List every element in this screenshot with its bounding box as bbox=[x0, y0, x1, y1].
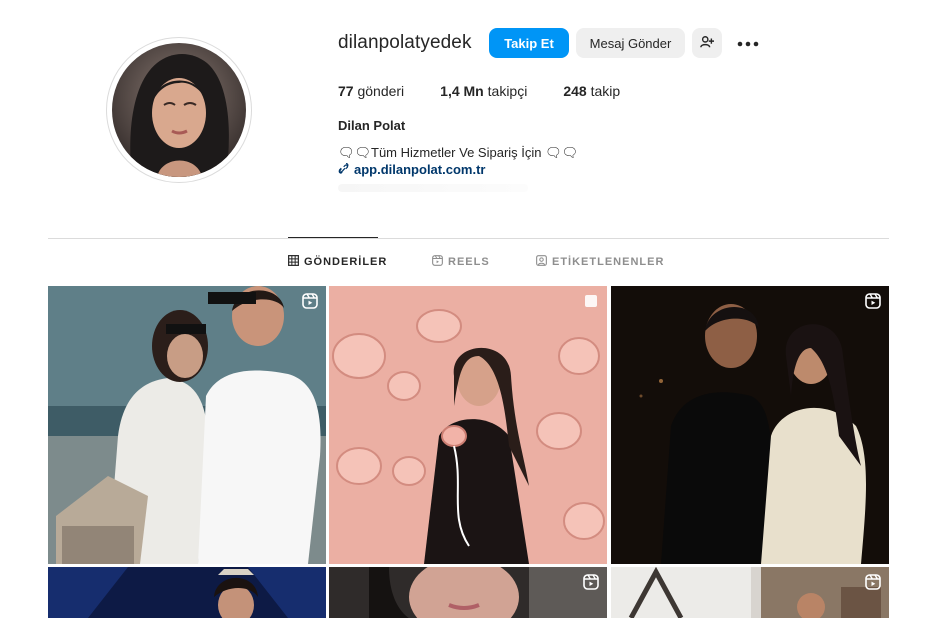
reel-icon bbox=[865, 293, 881, 309]
profile-header: dilanpolatyedek Takip Et Mesaj Gönder 77… bbox=[0, 0, 935, 238]
post-thumbnail bbox=[48, 567, 326, 618]
tab-tagged[interactable]: ETİKETLENENLER bbox=[536, 255, 664, 269]
multi-post-icon bbox=[584, 294, 598, 308]
following-count[interactable]: 248 takip bbox=[563, 83, 620, 99]
profile-link-text: app.dilanpolat.com.tr bbox=[354, 162, 486, 177]
grid-icon bbox=[288, 255, 299, 269]
link-icon bbox=[338, 162, 349, 177]
follow-button[interactable]: Takip Et bbox=[489, 28, 569, 58]
bio-text: 🗨🗨Tüm Hizmetler Ve Sipariş İçin 🗨🗨 bbox=[338, 145, 579, 160]
more-horizontal-icon bbox=[737, 34, 759, 52]
posts-value: 77 bbox=[338, 83, 354, 99]
post-thumbnail bbox=[48, 286, 326, 564]
message-button[interactable]: Mesaj Gönder bbox=[576, 28, 685, 58]
post-item[interactable] bbox=[48, 286, 326, 564]
tab-reels[interactable]: REELS bbox=[432, 255, 490, 269]
reels-icon bbox=[432, 255, 443, 269]
following-label: takip bbox=[590, 83, 621, 99]
more-options-button[interactable] bbox=[736, 32, 760, 54]
reel-icon bbox=[302, 293, 318, 309]
post-item[interactable] bbox=[329, 286, 607, 564]
following-value: 248 bbox=[563, 83, 587, 99]
profile-tabs: GÖNDERİLER REELS ETİKETLENENLER bbox=[0, 255, 935, 271]
full-name: Dilan Polat bbox=[338, 118, 406, 133]
post-thumbnail bbox=[611, 567, 889, 618]
reel-icon bbox=[583, 574, 599, 590]
followers-label: takipçi bbox=[487, 83, 528, 99]
reel-icon bbox=[865, 574, 881, 590]
post-thumbnail bbox=[611, 286, 889, 564]
tabs-divider bbox=[48, 238, 889, 239]
profile-stats: 77 gönderi 1,4 Mn takipçi 248 takip bbox=[338, 83, 656, 99]
posts-label: gönderi bbox=[357, 83, 405, 99]
avatar-image bbox=[112, 43, 246, 177]
tab-posts[interactable]: GÖNDERİLER bbox=[288, 255, 387, 269]
profile-avatar[interactable] bbox=[106, 37, 252, 183]
faded-text-placeholder bbox=[338, 184, 528, 192]
tab-reels-label: REELS bbox=[448, 256, 490, 268]
post-item[interactable] bbox=[611, 286, 889, 564]
posts-count: 77 gönderi bbox=[338, 83, 404, 99]
post-thumbnail bbox=[329, 567, 607, 618]
post-item[interactable] bbox=[48, 567, 326, 618]
post-item[interactable] bbox=[611, 567, 889, 618]
post-thumbnail bbox=[329, 286, 607, 564]
profile-link[interactable]: app.dilanpolat.com.tr bbox=[338, 162, 485, 177]
suggest-button[interactable] bbox=[692, 28, 722, 58]
post-item[interactable] bbox=[329, 567, 607, 618]
person-add-icon bbox=[700, 35, 714, 52]
username: dilanpolatyedek bbox=[338, 32, 472, 53]
tab-tagged-label: ETİKETLENENLER bbox=[552, 256, 665, 268]
followers-count[interactable]: 1,4 Mn takipçi bbox=[440, 83, 527, 99]
tagged-icon bbox=[536, 255, 547, 269]
active-tab-indicator bbox=[288, 237, 378, 238]
followers-value: 1,4 Mn bbox=[440, 83, 484, 99]
tab-posts-label: GÖNDERİLER bbox=[304, 256, 388, 268]
